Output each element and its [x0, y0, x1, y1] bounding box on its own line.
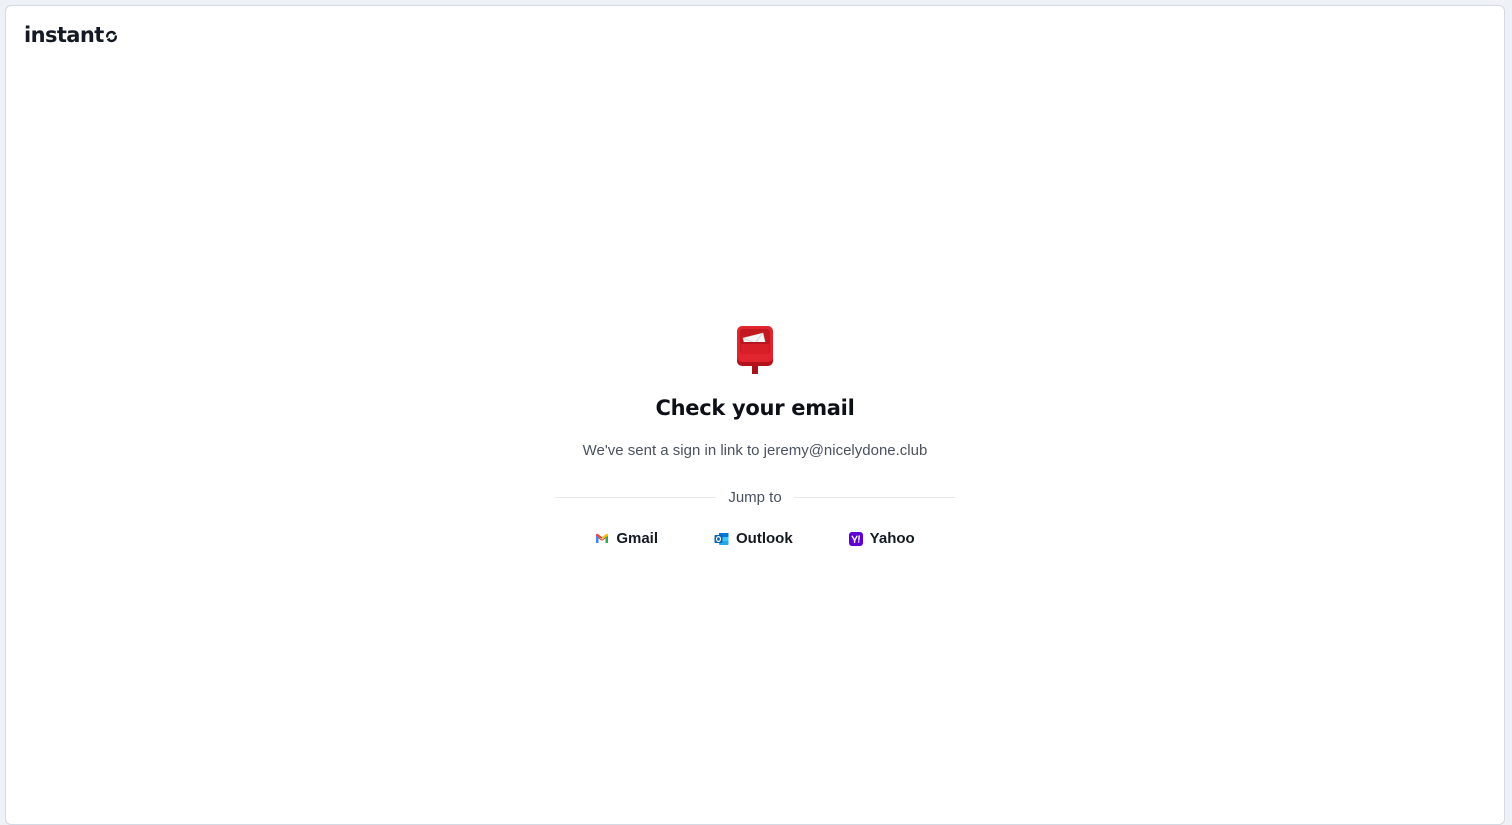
check-email-panel: Check your email We've sent a sign in li… [6, 324, 1504, 551]
yahoo-icon [848, 531, 863, 546]
yahoo-label: Yahoo [869, 530, 915, 547]
instant-logo-icon [105, 24, 118, 48]
divider-line-left [555, 497, 717, 498]
app-window: instant Check your email We've sent a si… [5, 5, 1505, 825]
divider-label: Jump to [728, 489, 782, 506]
outlook-icon [714, 532, 729, 546]
outlook-label: Outlook [736, 530, 793, 547]
gmail-icon [595, 533, 609, 544]
jump-to-divider: Jump to [555, 489, 956, 506]
gmail-label: Gmail [616, 530, 658, 547]
gmail-link[interactable]: Gmail [585, 526, 668, 551]
page-title: Check your email [655, 396, 855, 420]
divider-line-right [793, 497, 956, 498]
brand-logo[interactable]: instant [24, 21, 118, 48]
outlook-link[interactable]: Outlook [704, 526, 803, 551]
brand-name: instant [24, 22, 104, 47]
sent-link-message: We've sent a sign in link to jeremy@nice… [582, 442, 928, 459]
email-provider-links: Gmail Outlook Yahoo [585, 526, 924, 551]
yahoo-link[interactable]: Yahoo [839, 526, 925, 551]
postbox-icon [733, 324, 777, 374]
